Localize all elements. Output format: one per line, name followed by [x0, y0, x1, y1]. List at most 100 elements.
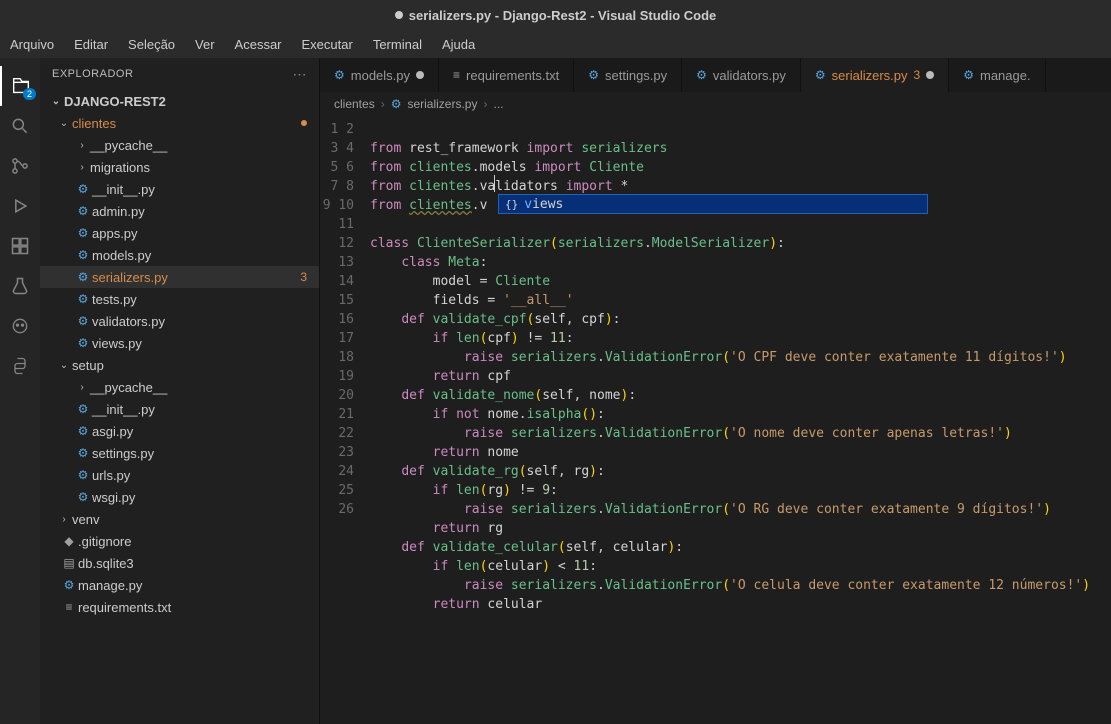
tab-validators[interactable]: ⚙validators.py [682, 58, 801, 92]
menu-selecao[interactable]: Seleção [118, 37, 185, 52]
tree-root[interactable]: ⌄ DJANGO-REST2 [40, 90, 319, 112]
intellisense-suggest[interactable]: {} views [498, 194, 928, 214]
file-serializers[interactable]: ⚙serializers.py3 [40, 266, 319, 288]
code-line[interactable] [370, 215, 1111, 234]
code-line[interactable]: def validate_nome(self, nome): [370, 386, 1111, 405]
code-line[interactable]: return celular [370, 595, 1111, 614]
extensions-icon[interactable] [0, 226, 40, 266]
activity-bar: 2 [0, 58, 40, 724]
folder-label: clientes [72, 116, 301, 131]
modified-dot-icon [395, 11, 403, 19]
code-line[interactable]: return rg [370, 519, 1111, 538]
menu-ver[interactable]: Ver [185, 37, 225, 52]
file-admin[interactable]: ⚙admin.py [40, 200, 319, 222]
folder-pycache[interactable]: ›__pycache__ [40, 134, 319, 156]
crumb-more[interactable]: ... [493, 97, 503, 111]
code-line[interactable]: raise serializers.ValidationError('O RG … [370, 500, 1111, 519]
folder-setup[interactable]: ⌄setup [40, 354, 319, 376]
file-label: manage.py [78, 578, 311, 593]
code-line[interactable]: from rest_framework import serializers [370, 139, 1111, 158]
code-line[interactable]: if not nome.isalpha(): [370, 405, 1111, 424]
chevron-right-icon: › [56, 514, 72, 525]
python-file-icon: ⚙ [74, 468, 92, 482]
text-file-icon: ≡ [453, 68, 460, 82]
code-line[interactable]: return nome [370, 443, 1111, 462]
code-line[interactable]: class ClienteSerializer(serializers.Mode… [370, 234, 1111, 253]
explorer-more-icon[interactable]: ⋯ [293, 66, 308, 83]
file-validators[interactable]: ⚙validators.py [40, 310, 319, 332]
code-line[interactable]: raise serializers.ValidationError('O CPF… [370, 348, 1111, 367]
search-icon[interactable] [0, 106, 40, 146]
code-line[interactable]: if len(celular) < 11: [370, 557, 1111, 576]
code-line[interactable]: model = Cliente [370, 272, 1111, 291]
file-db[interactable]: ▤db.sqlite3 [40, 552, 319, 574]
breadcrumb[interactable]: clientes › ⚙ serializers.py › ... [320, 92, 1111, 116]
editor-tabs[interactable]: ⚙models.py ≡requirements.txt ⚙settings.p… [320, 58, 1111, 92]
code-line[interactable]: def validate_celular(self, celular): [370, 538, 1111, 557]
tab-settings[interactable]: ⚙settings.py [574, 58, 682, 92]
file-setup-init[interactable]: ⚙__init__.py [40, 398, 319, 420]
python-file-icon: ⚙ [334, 68, 345, 82]
menu-executar[interactable]: Executar [292, 37, 363, 52]
menu-bar[interactable]: Arquivo Editar Seleção Ver Acessar Execu… [0, 30, 1111, 58]
code-line[interactable]: def validate_cpf(self, cpf): [370, 310, 1111, 329]
copilot-icon[interactable] [0, 306, 40, 346]
menu-ajuda[interactable]: Ajuda [432, 37, 485, 52]
testing-icon[interactable] [0, 266, 40, 306]
file-tests[interactable]: ⚙tests.py [40, 288, 319, 310]
file-init[interactable]: ⚙__init__.py [40, 178, 319, 200]
code-line[interactable]: if len(rg) != 9: [370, 481, 1111, 500]
menu-arquivo[interactable]: Arquivo [0, 37, 64, 52]
menu-editar[interactable]: Editar [64, 37, 118, 52]
tab-label: manage. [980, 68, 1031, 83]
folder-label: venv [72, 512, 311, 527]
run-debug-icon[interactable] [0, 186, 40, 226]
explorer-icon[interactable]: 2 [0, 66, 40, 106]
root-label: DJANGO-REST2 [64, 94, 311, 109]
file-gitignore[interactable]: ◆.gitignore [40, 530, 319, 552]
python-file-icon: ⚙ [74, 226, 92, 240]
menu-terminal[interactable]: Terminal [363, 37, 432, 52]
crumb-file[interactable]: serializers.py [407, 97, 477, 111]
file-urls[interactable]: ⚙urls.py [40, 464, 319, 486]
title-bar: serializers.py - Django-Rest2 - Visual S… [0, 0, 1111, 30]
file-asgi[interactable]: ⚙asgi.py [40, 420, 319, 442]
code-line[interactable]: fields = '__all__' [370, 291, 1111, 310]
code-line[interactable]: return cpf [370, 367, 1111, 386]
file-settings[interactable]: ⚙settings.py [40, 442, 319, 464]
code-content[interactable]: from rest_framework import serializersfr… [370, 116, 1111, 724]
file-requirements[interactable]: ≡requirements.txt [40, 596, 319, 618]
code-line[interactable]: from clientes.models import Cliente [370, 158, 1111, 177]
file-label: wsgi.py [92, 490, 311, 505]
chevron-right-icon: › [381, 97, 385, 111]
python-file-icon: ⚙ [74, 314, 92, 328]
file-apps[interactable]: ⚙apps.py [40, 222, 319, 244]
python-icon[interactable] [0, 346, 40, 386]
folder-venv[interactable]: ›venv [40, 508, 319, 530]
source-control-icon[interactable] [0, 146, 40, 186]
menu-acessar[interactable]: Acessar [225, 37, 292, 52]
tab-manage[interactable]: ⚙manage. [949, 58, 1045, 92]
file-views[interactable]: ⚙views.py [40, 332, 319, 354]
file-models[interactable]: ⚙models.py [40, 244, 319, 266]
folder-setup-pycache[interactable]: ›__pycache__ [40, 376, 319, 398]
code-line[interactable]: raise serializers.ValidationError('O nom… [370, 424, 1111, 443]
code-line[interactable] [370, 614, 1111, 633]
tab-models[interactable]: ⚙models.py [320, 58, 439, 92]
folder-clientes[interactable]: ⌄ clientes [40, 112, 319, 134]
code-line[interactable]: if len(cpf) != 11: [370, 329, 1111, 348]
file-label: admin.py [92, 204, 311, 219]
crumb-folder[interactable]: clientes [334, 97, 375, 111]
python-file-icon: ⚙ [588, 68, 599, 82]
file-wsgi[interactable]: ⚙wsgi.py [40, 486, 319, 508]
tab-serializers[interactable]: ⚙serializers.py3 [801, 58, 949, 92]
tab-requirements[interactable]: ≡requirements.txt [439, 58, 574, 92]
code-line[interactable]: def validate_rg(self, rg): [370, 462, 1111, 481]
text-cursor [494, 175, 495, 192]
code-line[interactable]: raise serializers.ValidationError('O cel… [370, 576, 1111, 595]
file-manage[interactable]: ⚙manage.py [40, 574, 319, 596]
code-editor[interactable]: 1 2 3 4 5 6 7 8 9 10 11 12 13 14 15 16 1… [320, 116, 1111, 724]
code-line[interactable]: class Meta: [370, 253, 1111, 272]
file-tree[interactable]: ⌄ DJANGO-REST2 ⌄ clientes ›__pycache__ ›… [40, 90, 319, 724]
folder-migrations[interactable]: ›migrations [40, 156, 319, 178]
